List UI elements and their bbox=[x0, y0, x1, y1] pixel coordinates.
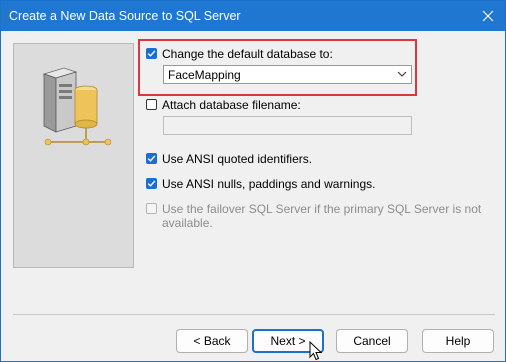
ansi-nulls-option[interactable]: Use ANSI nulls, paddings and warnings. bbox=[146, 177, 375, 191]
close-button[interactable] bbox=[471, 1, 505, 31]
checkmark-icon bbox=[147, 180, 156, 187]
wizard-image-panel bbox=[13, 43, 134, 268]
help-button[interactable]: Help bbox=[422, 329, 494, 353]
cancel-button[interactable]: Cancel bbox=[336, 329, 408, 353]
failover-option: Use the failover SQL Server if the prima… bbox=[146, 202, 481, 230]
failover-checkbox bbox=[146, 203, 157, 214]
attach-database-checkbox[interactable] bbox=[146, 99, 157, 110]
back-button[interactable]: < Back bbox=[176, 329, 248, 353]
close-icon bbox=[482, 10, 494, 22]
attach-database-filename-field[interactable] bbox=[163, 116, 412, 135]
annotation-highlight-box bbox=[138, 39, 417, 96]
ansi-nulls-label: Use ANSI nulls, paddings and warnings. bbox=[162, 177, 376, 191]
title-bar: Create a New Data Source to SQL Server bbox=[1, 1, 505, 31]
failover-label-line1: Use the failover SQL Server if the prima… bbox=[162, 202, 482, 216]
failover-label: Use the failover SQL Server if the prima… bbox=[162, 202, 481, 230]
server-database-icon bbox=[42, 67, 112, 146]
dialog-window: Create a New Data Source to SQL Server C… bbox=[0, 0, 506, 362]
ansi-quoted-checkbox[interactable] bbox=[146, 153, 157, 164]
attach-database-label: Attach database filename: bbox=[162, 98, 301, 112]
ansi-quoted-label: Use ANSI quoted identifiers. bbox=[162, 152, 313, 166]
checkmark-icon bbox=[147, 155, 156, 162]
mouse-cursor-icon bbox=[309, 341, 323, 361]
attach-database-option[interactable]: Attach database filename: bbox=[146, 98, 301, 112]
ansi-nulls-checkbox[interactable] bbox=[146, 178, 157, 189]
ansi-quoted-option[interactable]: Use ANSI quoted identifiers. bbox=[146, 152, 312, 166]
button-divider bbox=[13, 314, 495, 315]
failover-label-line2: available. bbox=[162, 216, 213, 230]
window-title: Create a New Data Source to SQL Server bbox=[9, 9, 241, 23]
